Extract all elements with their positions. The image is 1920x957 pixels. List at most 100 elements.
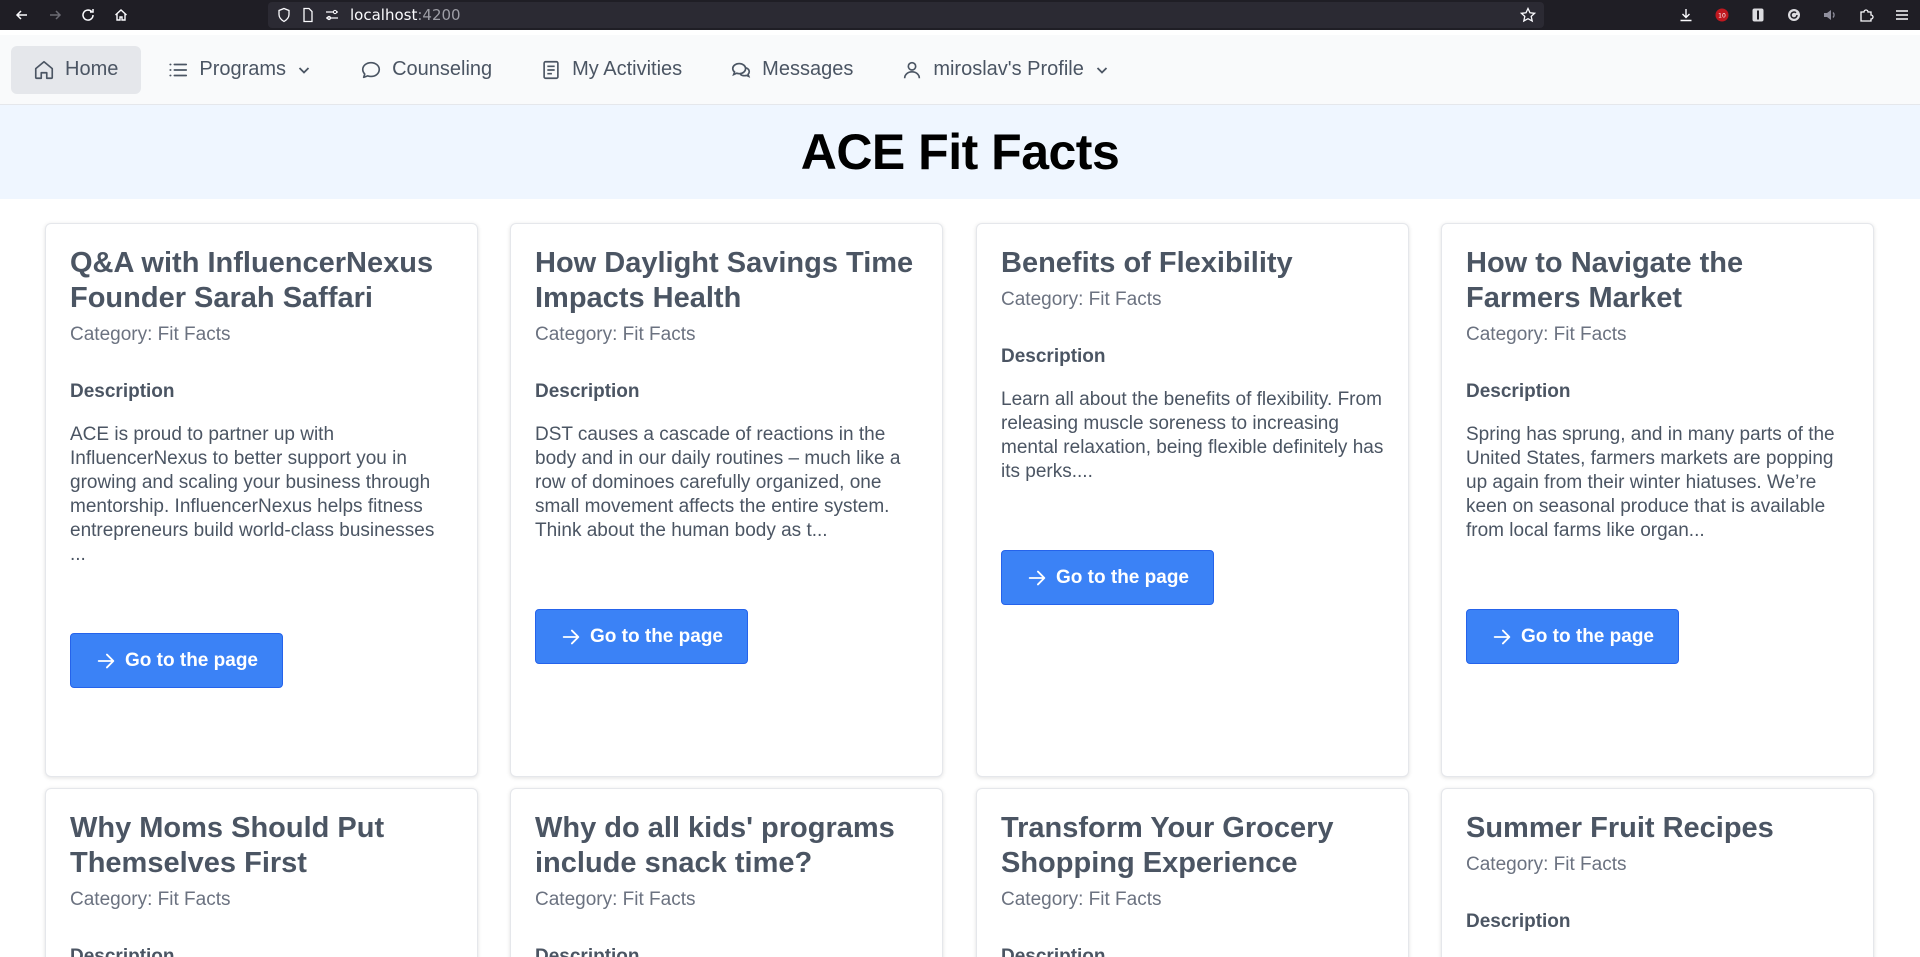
shield-extension-icon [1752, 8, 1764, 22]
nav-home-label: Home [65, 58, 119, 80]
arrow-right-icon [1493, 629, 1511, 644]
card-description-heading: Description [535, 381, 640, 402]
back-button[interactable] [11, 4, 33, 26]
go-to-page-button[interactable]: Go to the page [1001, 550, 1214, 605]
article-card: Q&A with InfluencerNexus Founder Sarah S… [45, 223, 478, 777]
forward-button[interactable] [44, 4, 66, 26]
audio-button[interactable] [1812, 0, 1848, 30]
card-description-heading: Description [1001, 946, 1106, 957]
home-button[interactable] [110, 4, 132, 26]
browser-home-icon [115, 9, 127, 21]
card-category: Category: Fit Facts [1001, 889, 1162, 910]
card-description: Spring has sprung, and in many parts of … [1466, 424, 1835, 541]
card-title: Why do all kids' programs include snack … [535, 812, 895, 879]
article-card: Summer Fruit Recipes Category: Fit Facts… [1441, 788, 1874, 957]
arrow-right-icon [562, 629, 580, 644]
page-icon [300, 7, 316, 23]
speaker-icon [1824, 10, 1835, 20]
card-title: Q&A with InfluencerNexus Founder Sarah S… [70, 247, 434, 314]
arrow-left-icon [15, 10, 27, 20]
nav-profile-label: miroslav's Profile [933, 58, 1084, 80]
card-category: Category: Fit Facts [535, 889, 696, 910]
card-title: Benefits of Flexibility [1001, 247, 1293, 279]
go-to-page-button[interactable]: Go to the page [1466, 609, 1679, 664]
card-description: DST causes a cascade of reactions in the… [535, 424, 901, 541]
nav-profile[interactable]: miroslav's Profile [879, 46, 1132, 94]
nav-my-activities-label: My Activities [572, 58, 683, 80]
permissions-icon [324, 7, 340, 23]
url-bar[interactable]: localhost:4200 [268, 2, 1544, 28]
browser-toolbar: localhost:4200 10 [0, 0, 1920, 30]
download-button[interactable] [1668, 0, 1704, 30]
nav-counseling[interactable]: Counseling [338, 46, 514, 94]
url-text: localhost:4200 [350, 6, 461, 24]
page-title: ACE Fit Facts [800, 124, 1120, 180]
card-description-heading: Description [70, 946, 175, 957]
go-to-page-button[interactable]: Go to the page [70, 633, 283, 688]
go-to-page-button[interactable]: Go to the page [535, 609, 748, 664]
extension-button[interactable] [1776, 0, 1812, 30]
go-to-page-label: Go to the page [125, 649, 258, 671]
article-card: How to Navigate the Farmers Market Categ… [1441, 223, 1874, 777]
document-icon [543, 60, 559, 79]
reload-button[interactable] [77, 4, 99, 26]
menu-button[interactable] [1884, 0, 1920, 30]
nav-programs[interactable]: Programs [145, 46, 334, 94]
user-icon [904, 61, 921, 78]
ublock-icon: 10 [1715, 8, 1729, 22]
card-description-heading: Description [1001, 346, 1106, 367]
card-title: How to Navigate the Farmers Market [1466, 247, 1744, 314]
card-category: Category: Fit Facts [70, 324, 231, 345]
card-category: Category: Fit Facts [70, 889, 231, 910]
star-icon[interactable] [1520, 7, 1536, 23]
chevron-down-icon [298, 66, 310, 74]
hamburger-icon [1896, 10, 1908, 20]
nav-messages[interactable]: Messages [708, 46, 875, 94]
article-card: Why Moms Should Put Themselves First Cat… [45, 788, 478, 957]
nav-programs-label: Programs [199, 58, 287, 80]
card-category: Category: Fit Facts [1466, 854, 1627, 875]
download-icon [1680, 9, 1692, 22]
go-to-page-label: Go to the page [590, 625, 723, 647]
go-to-page-label: Go to the page [1056, 566, 1189, 588]
home-icon [34, 60, 54, 79]
messages-icon [732, 62, 751, 78]
list-icon [169, 63, 188, 76]
chevron-down-icon [1096, 66, 1107, 74]
article-card: Transform Your Grocery Shopping Experien… [976, 788, 1409, 957]
card-description-heading: Description [70, 381, 175, 402]
card-title: How Daylight Savings Time Impacts Health [535, 247, 914, 314]
ublock-button[interactable]: 10 [1704, 0, 1740, 30]
card-description-heading: Description [535, 946, 640, 957]
extensions-button[interactable] [1848, 0, 1884, 30]
page-banner: ACE Fit Facts [0, 105, 1920, 199]
arrow-right-icon [1028, 570, 1046, 585]
nav-my-activities[interactable]: My Activities [518, 46, 704, 94]
card-description: Learn all about the benefits of flexibil… [1001, 389, 1384, 482]
go-to-page-label: Go to the page [1521, 625, 1654, 647]
puzzle-icon [1860, 9, 1874, 22]
reload-icon [82, 9, 94, 21]
browser-extensions: 10 [1668, 0, 1920, 30]
arrow-right-icon [97, 653, 115, 668]
card-description-heading: Description [1466, 911, 1571, 932]
shield-icon [276, 7, 292, 23]
article-card: How Daylight Savings Time Impacts Health… [510, 223, 943, 777]
card-title: Summer Fruit Recipes [1466, 812, 1774, 844]
svg-text:10: 10 [1718, 13, 1726, 20]
nav-home[interactable]: Home [11, 45, 142, 94]
card-description: ACE is proud to partner up with Influenc… [70, 424, 435, 565]
nav-messages-label: Messages [762, 58, 854, 80]
bitwarden-button[interactable] [1740, 0, 1776, 30]
nav-counseling-label: Counseling [392, 58, 493, 80]
refresh-extension-icon [1788, 9, 1800, 21]
card-description-heading: Description [1466, 381, 1571, 402]
arrow-right-icon [50, 10, 62, 20]
card-title: Transform Your Grocery Shopping Experien… [1001, 812, 1334, 879]
main-navigation: Home Programs Counseling My Activities M… [0, 35, 1920, 105]
card-category: Category: Fit Facts [1001, 289, 1162, 310]
chat-icon [361, 61, 381, 78]
card-title: Why Moms Should Put Themselves First [70, 812, 385, 879]
card-category: Category: Fit Facts [1466, 324, 1627, 345]
article-card: Benefits of Flexibility Category: Fit Fa… [976, 223, 1409, 777]
